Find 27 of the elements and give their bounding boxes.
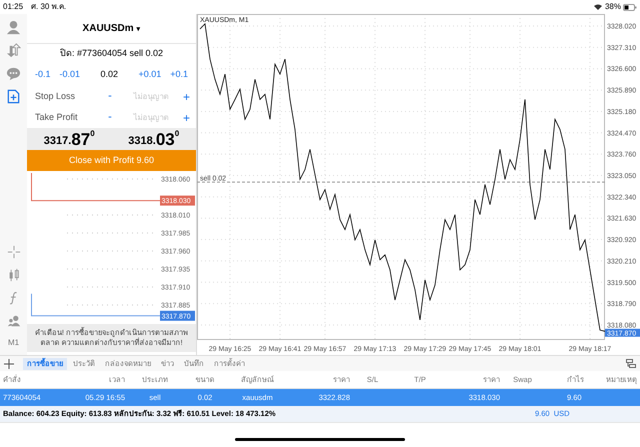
people-icon[interactable] — [6, 314, 20, 328]
close-position-button[interactable]: Close with Profit 9.60 — [27, 150, 196, 171]
timeframe-button[interactable]: M1 — [8, 337, 20, 349]
crosshair-icon[interactable] — [6, 245, 20, 259]
increase-button[interactable]: + — [183, 88, 190, 106]
volume-step-button[interactable]: +0.01 — [138, 68, 162, 82]
volume-step-button[interactable]: +0.1 — [170, 68, 188, 82]
increase-button[interactable]: + — [183, 108, 190, 126]
level-label: Stop Loss — [35, 90, 76, 103]
status-date: ศ. 30 พ.ค. — [31, 1, 66, 13]
volume-value: 0.02 — [99, 68, 119, 82]
candlestick-icon[interactable] — [6, 268, 20, 282]
decrease-button[interactable]: - — [105, 88, 115, 105]
battery-icon — [623, 4, 637, 10]
volume-step-button[interactable]: -0.1 — [35, 68, 51, 82]
layout-icon[interactable] — [626, 359, 636, 368]
person-icon[interactable] — [4, 18, 22, 36]
volume-step-button[interactable]: -0.01 — [60, 68, 80, 82]
wifi-icon — [594, 4, 602, 10]
position-ticket: ปิด: #773604054 sell 0.02 — [60, 47, 164, 60]
new-order-icon[interactable] — [4, 87, 22, 105]
battery-percentage: 38% — [604, 1, 621, 13]
transfer-icon[interactable] — [4, 41, 22, 59]
level-label: Take Profit — [35, 110, 79, 124]
status-time: 01:25 — [3, 1, 24, 13]
decrease-button[interactable]: - — [105, 109, 115, 126]
add-icon[interactable] — [4, 358, 14, 368]
